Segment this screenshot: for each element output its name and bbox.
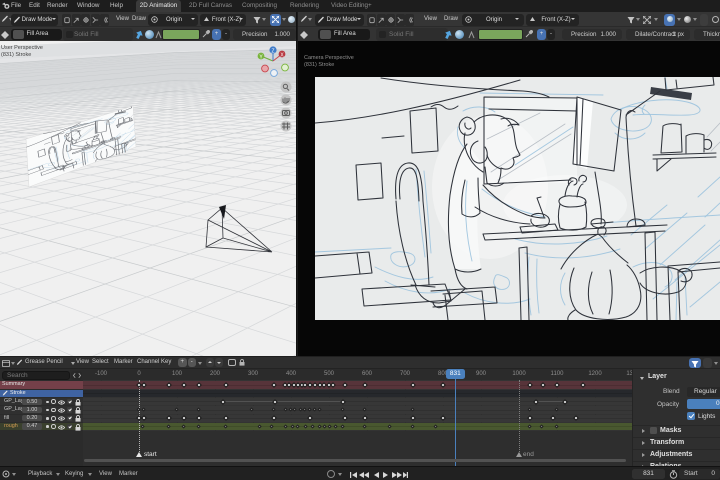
- svg-text:Z: Z: [271, 48, 274, 54]
